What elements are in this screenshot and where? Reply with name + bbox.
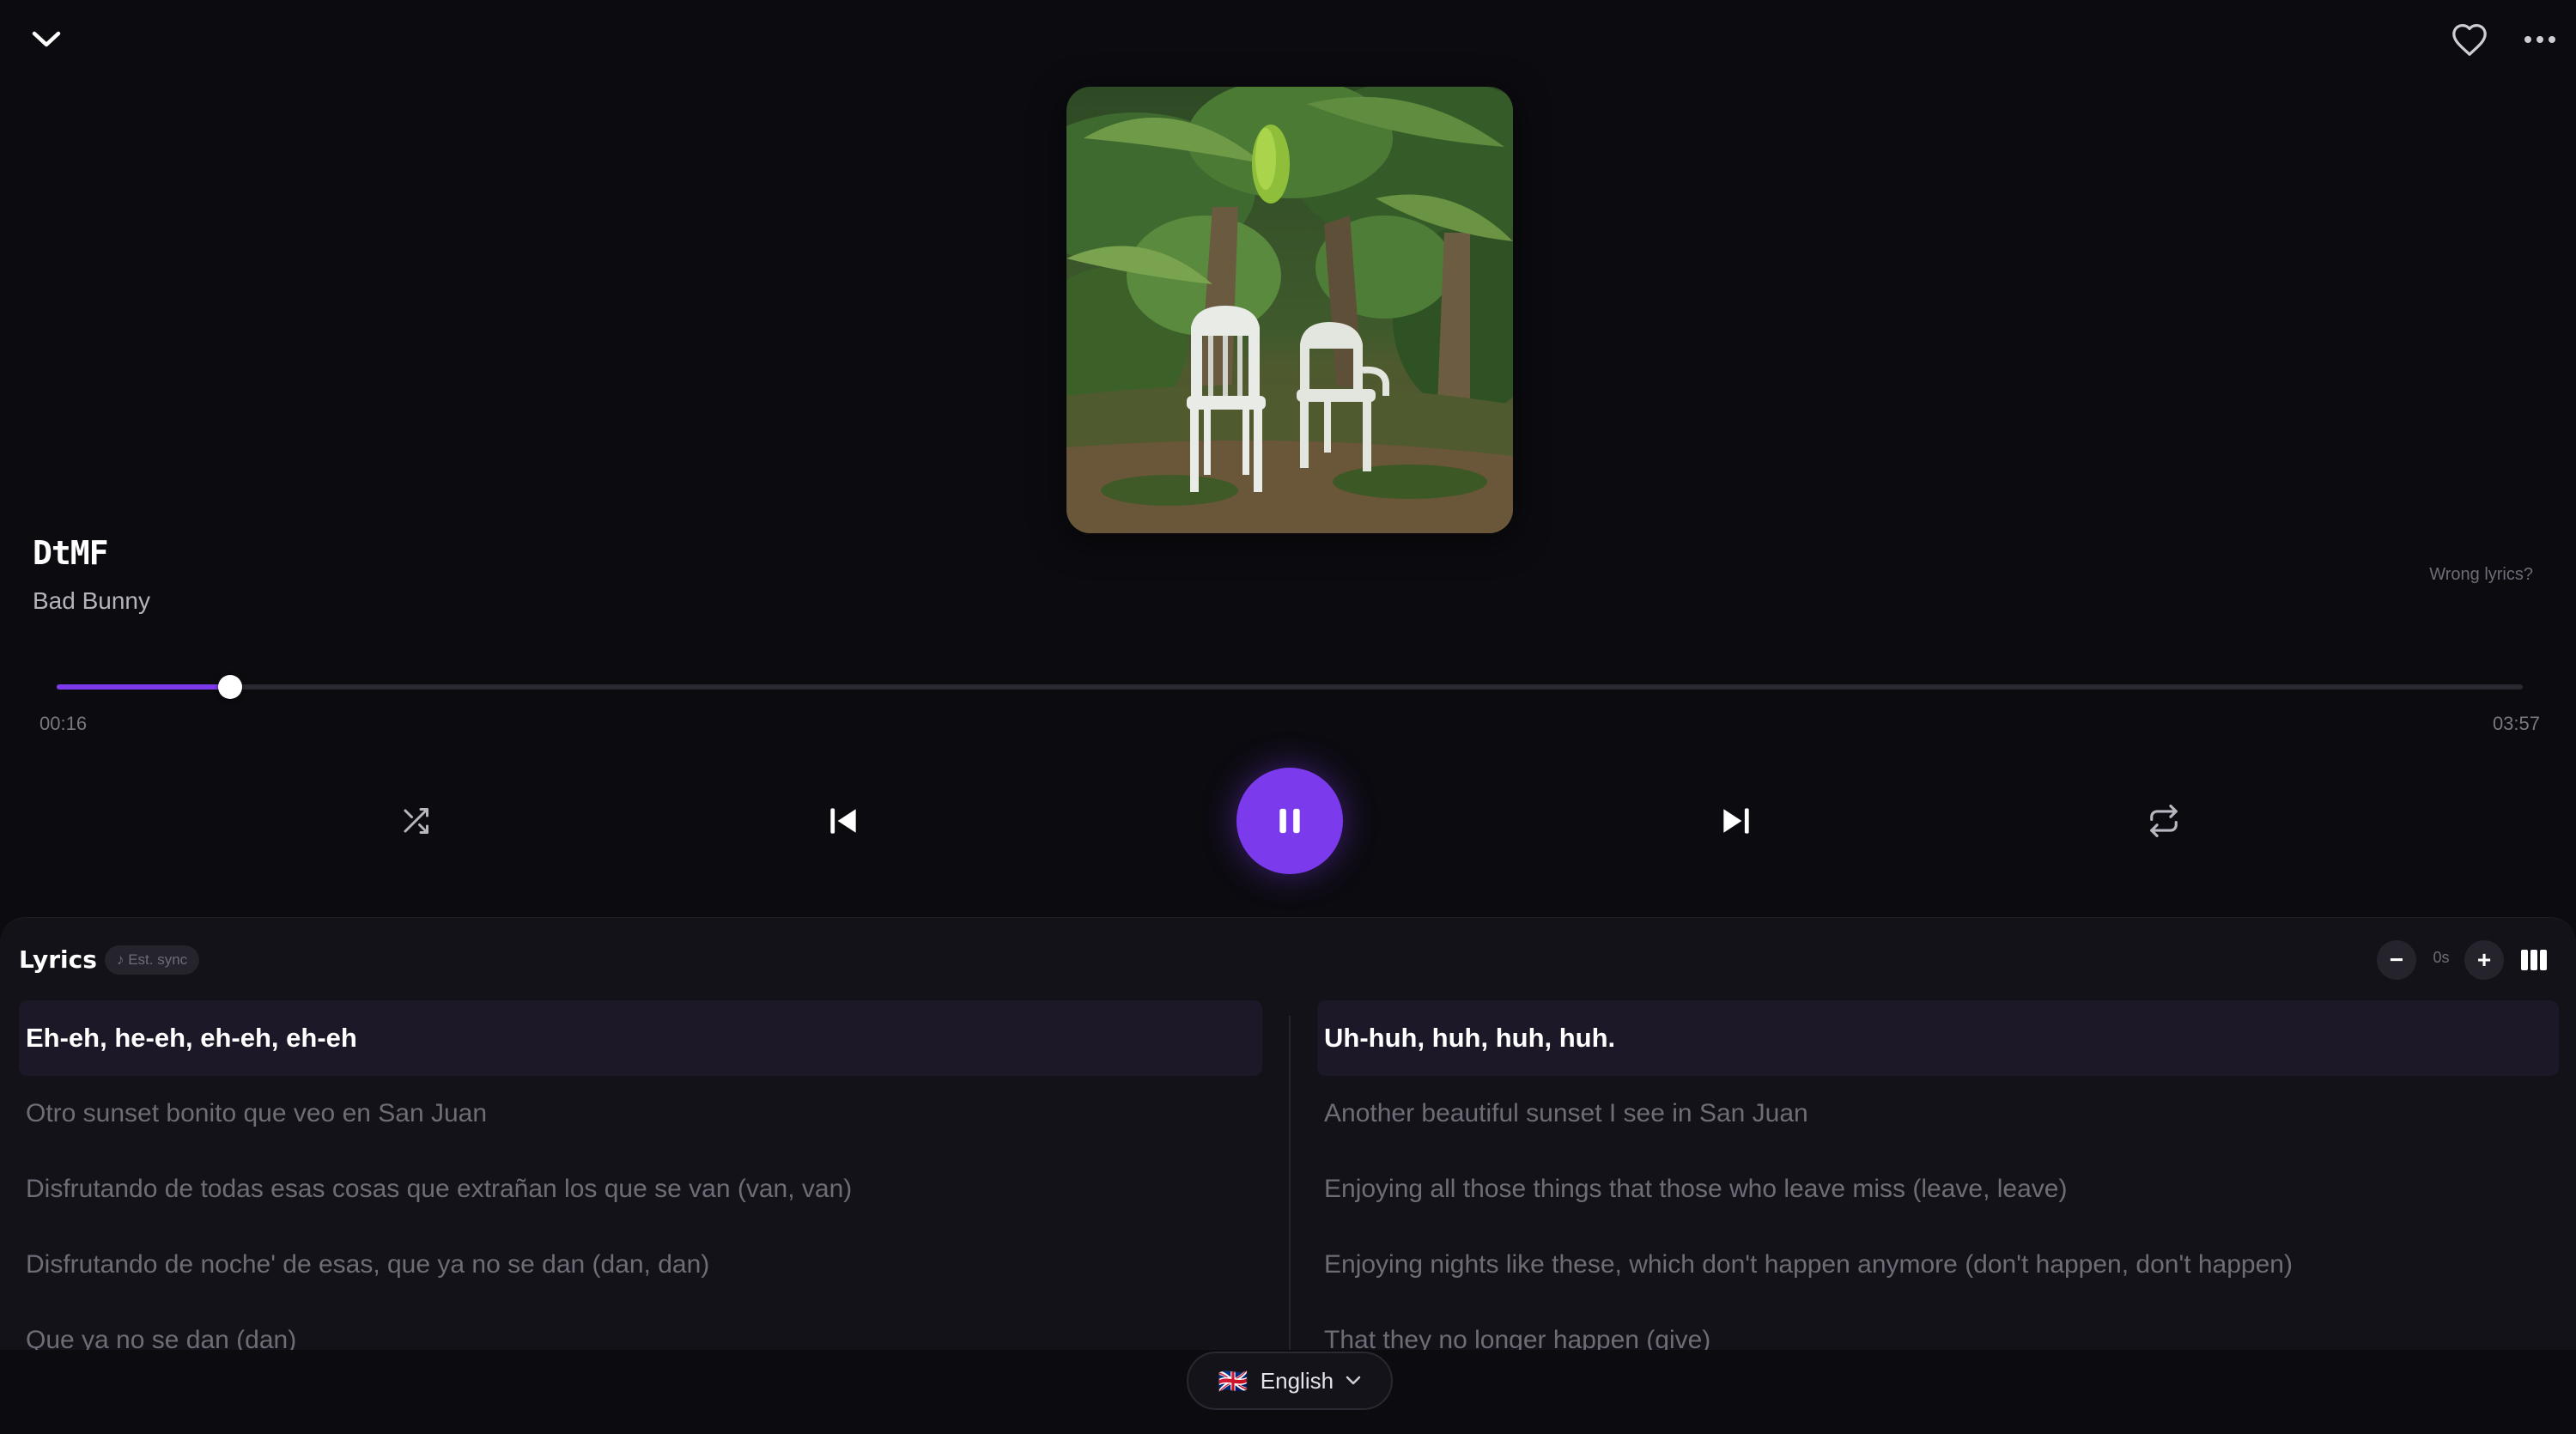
chevron-down-icon bbox=[1346, 1376, 1361, 1385]
elapsed-time: 00:16 bbox=[39, 713, 88, 734]
translation-line[interactable]: Enjoying nights like these, which don't … bbox=[1317, 1227, 2559, 1303]
progress-bar[interactable] bbox=[57, 675, 2523, 699]
album-cover bbox=[1066, 87, 1513, 533]
skip-previous-icon bbox=[830, 808, 856, 834]
sync-badge: ♪ Est. sync bbox=[105, 945, 200, 975]
skip-next-icon bbox=[1723, 808, 1749, 834]
repeat-button[interactable] bbox=[2138, 795, 2190, 847]
progress-handle[interactable] bbox=[217, 675, 242, 699]
columns-icon bbox=[2521, 950, 2547, 970]
offset-increase-button[interactable]: + bbox=[2464, 940, 2504, 980]
uk-flag-icon: 🇬🇧 bbox=[1218, 1367, 1249, 1395]
lyric-line-active[interactable]: Eh-eh, he-eh, eh-eh, eh-eh bbox=[19, 1000, 1262, 1076]
pause-button[interactable] bbox=[1236, 768, 1343, 874]
now-playing-screen: DtMF Bad Bunny Wrong lyrics? 00:16 03:57 bbox=[0, 0, 2576, 1434]
language-selector[interactable]: 🇬🇧 English bbox=[1187, 1352, 1393, 1410]
pause-icon bbox=[1279, 808, 1300, 834]
repeat-icon bbox=[2150, 805, 2178, 837]
lyric-line[interactable]: Disfrutando de todas esas cosas que extr… bbox=[19, 1151, 1262, 1227]
translation-line[interactable]: Enjoying all those things that those who… bbox=[1317, 1151, 2559, 1227]
more-options-button[interactable] bbox=[2516, 15, 2564, 64]
previous-track-button[interactable] bbox=[816, 793, 871, 848]
shuffle-icon bbox=[404, 808, 428, 834]
wrong-lyrics-link[interactable]: Wrong lyrics? bbox=[2429, 565, 2533, 585]
language-label: English bbox=[1260, 1367, 1334, 1394]
progress-fill bbox=[57, 684, 230, 690]
lyric-line[interactable]: Otro sunset bonito que veo en San Juan bbox=[19, 1076, 1262, 1151]
translation-line-active[interactable]: Uh-huh, huh, huh, huh. bbox=[1317, 1000, 2559, 1076]
shuffle-button[interactable] bbox=[390, 795, 441, 847]
total-duration: 03:57 bbox=[2492, 713, 2540, 734]
offset-decrease-button[interactable]: − bbox=[2377, 940, 2416, 980]
chevron-down-icon bbox=[32, 31, 61, 47]
track-title: DtMF bbox=[33, 534, 109, 572]
translation-line[interactable]: Another beautiful sunset I see in San Ju… bbox=[1317, 1076, 2559, 1151]
column-divider bbox=[1289, 1016, 1291, 1376]
heart-icon bbox=[2452, 24, 2487, 56]
lyric-line[interactable]: Disfrutando de noche' de esas, que ya no… bbox=[19, 1227, 1262, 1303]
like-button[interactable] bbox=[2445, 15, 2494, 64]
next-track-button[interactable] bbox=[1709, 793, 1764, 848]
offset-value: 0s bbox=[2433, 949, 2450, 966]
collapse-button[interactable] bbox=[22, 17, 70, 62]
lyrics-heading: Lyrics bbox=[19, 945, 97, 974]
track-artist[interactable]: Bad Bunny bbox=[33, 587, 150, 615]
more-horizontal-icon bbox=[2524, 36, 2555, 43]
columns-toggle-button[interactable] bbox=[2514, 940, 2554, 980]
